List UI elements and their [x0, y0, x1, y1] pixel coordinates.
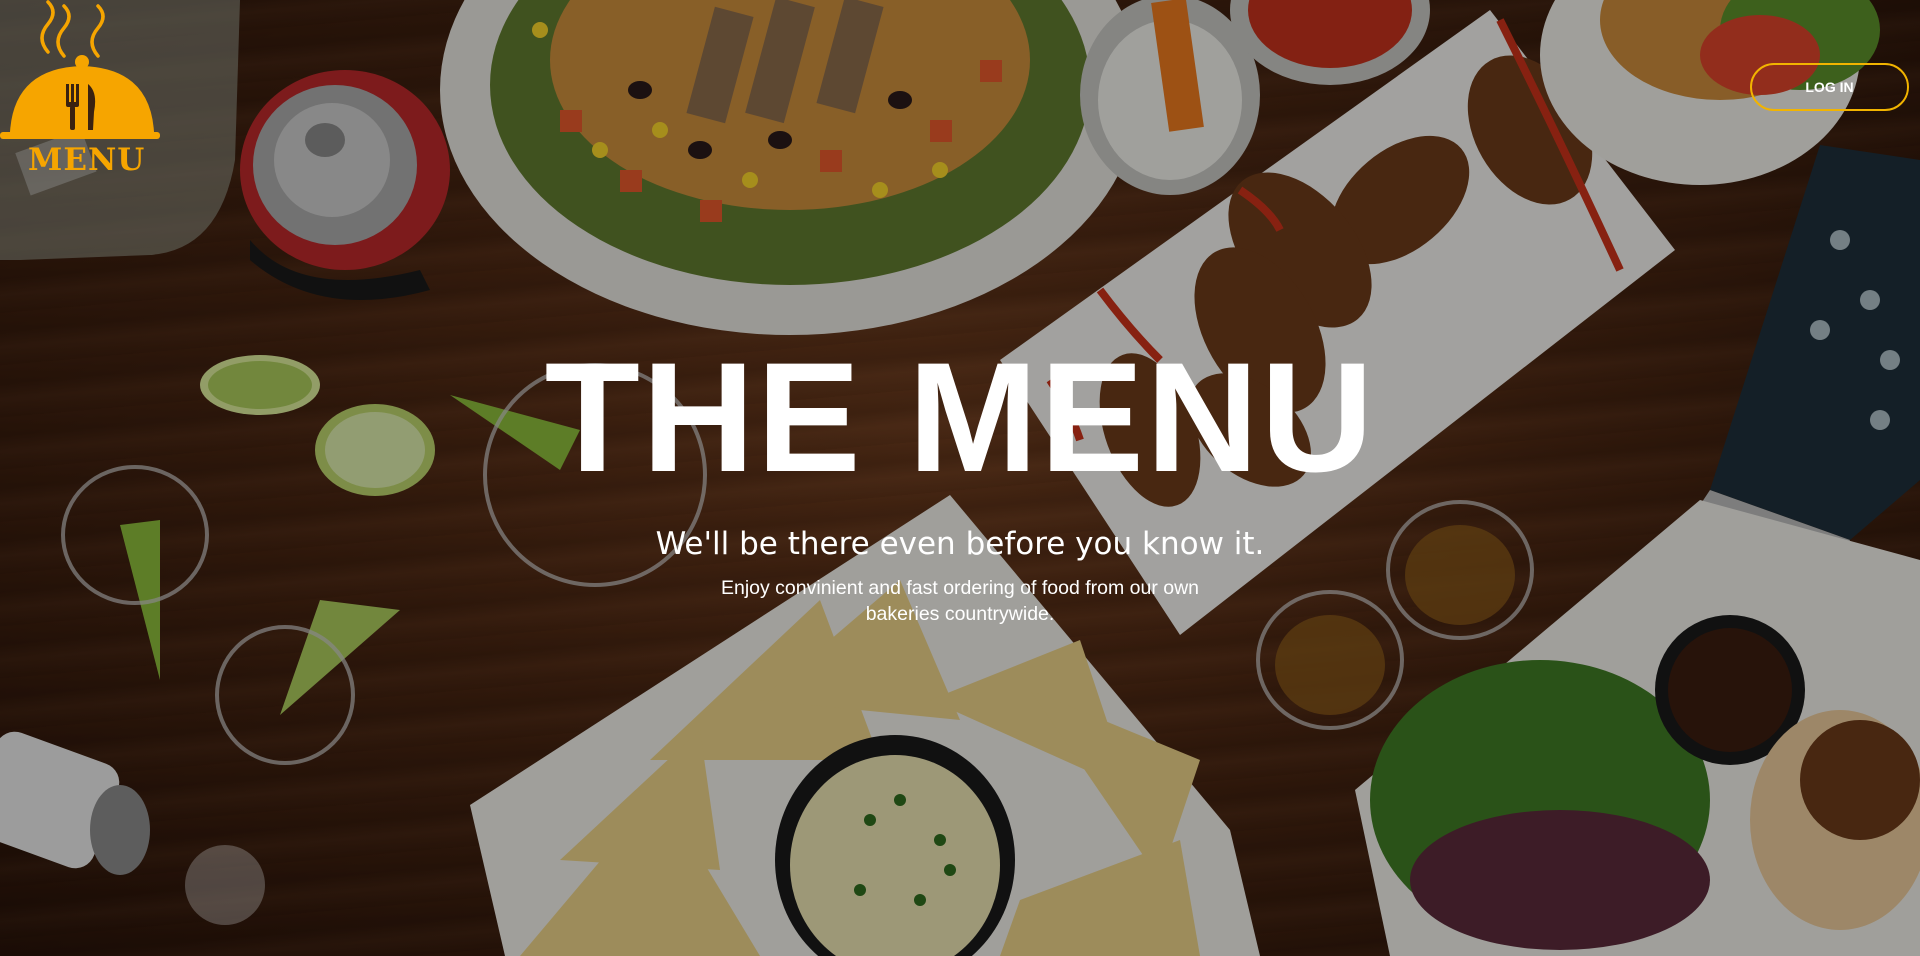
hero-description: Enjoy convinient and fast ordering of fo… — [720, 577, 1200, 625]
brand-logo[interactable]: MENU — [0, 0, 165, 185]
hero-title: THE MENU — [544, 331, 1376, 505]
logo-text: MENU — [28, 142, 146, 178]
hero-tagline: We'll be there even before you know it. — [655, 526, 1265, 562]
login-button[interactable]: LOG IN — [1750, 63, 1909, 111]
